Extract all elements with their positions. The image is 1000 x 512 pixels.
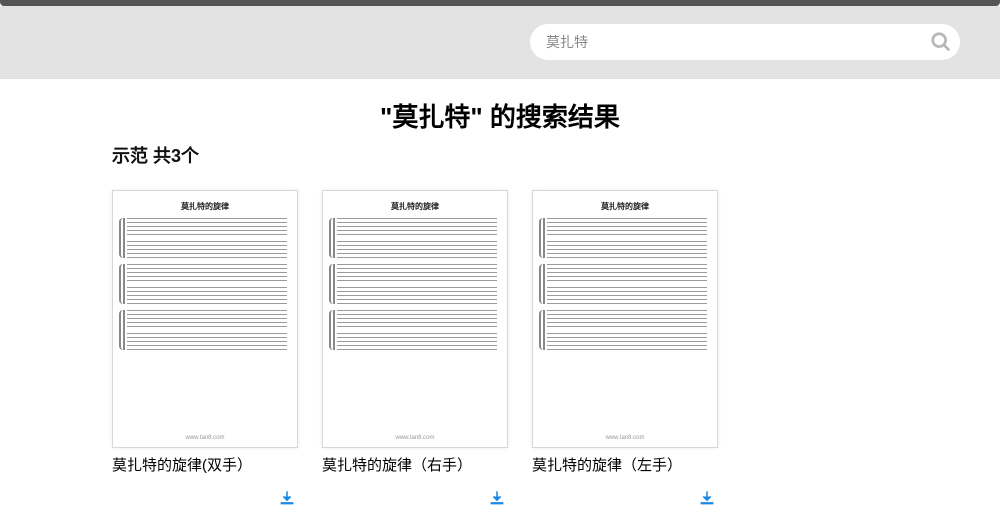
result-card[interactable]: 莫扎特的旋律 www.tan8.com 莫扎特的旋律（左手） (532, 190, 718, 512)
staves (543, 218, 707, 356)
result-card[interactable]: 莫扎特的旋律 www.tan8.com 莫扎特的旋律（右手） (322, 190, 508, 512)
download-icon[interactable] (488, 489, 506, 512)
card-title: 莫扎特的旋律（左手） (532, 454, 718, 475)
thumb-title: 莫扎特的旋律 (543, 201, 707, 212)
search-bar-area (0, 6, 1000, 79)
staves (123, 218, 287, 356)
thumb-title: 莫扎特的旋律 (123, 201, 287, 212)
card-title: 莫扎特的旋律（右手） (322, 454, 508, 475)
thumb-footer: www.tan8.com (123, 435, 287, 441)
search-box[interactable] (530, 24, 960, 60)
search-icon[interactable] (928, 29, 954, 55)
download-icon[interactable] (278, 489, 296, 512)
search-input[interactable] (546, 34, 920, 50)
score-thumbnail[interactable]: 莫扎特的旋律 www.tan8.com (112, 190, 298, 448)
result-card[interactable]: 莫扎特的旋律 www.tan8.com 莫扎特的旋律(双手） (112, 190, 298, 512)
thumb-title: 莫扎特的旋律 (333, 201, 497, 212)
score-thumbnail[interactable]: 莫扎特的旋律 www.tan8.com (532, 190, 718, 448)
thumb-footer: www.tan8.com (333, 435, 497, 441)
section-label: 示范 共3个 (112, 142, 1000, 168)
staves (333, 218, 497, 356)
thumb-footer: www.tan8.com (543, 435, 707, 441)
card-title: 莫扎特的旋律(双手） (112, 454, 298, 475)
results-header: "莫扎特" 的搜索结果 (0, 97, 1000, 134)
download-icon[interactable] (698, 489, 716, 512)
results-grid: 莫扎特的旋律 www.tan8.com 莫扎特的旋律(双手） (0, 168, 1000, 512)
score-thumbnail[interactable]: 莫扎特的旋律 www.tan8.com (322, 190, 508, 448)
